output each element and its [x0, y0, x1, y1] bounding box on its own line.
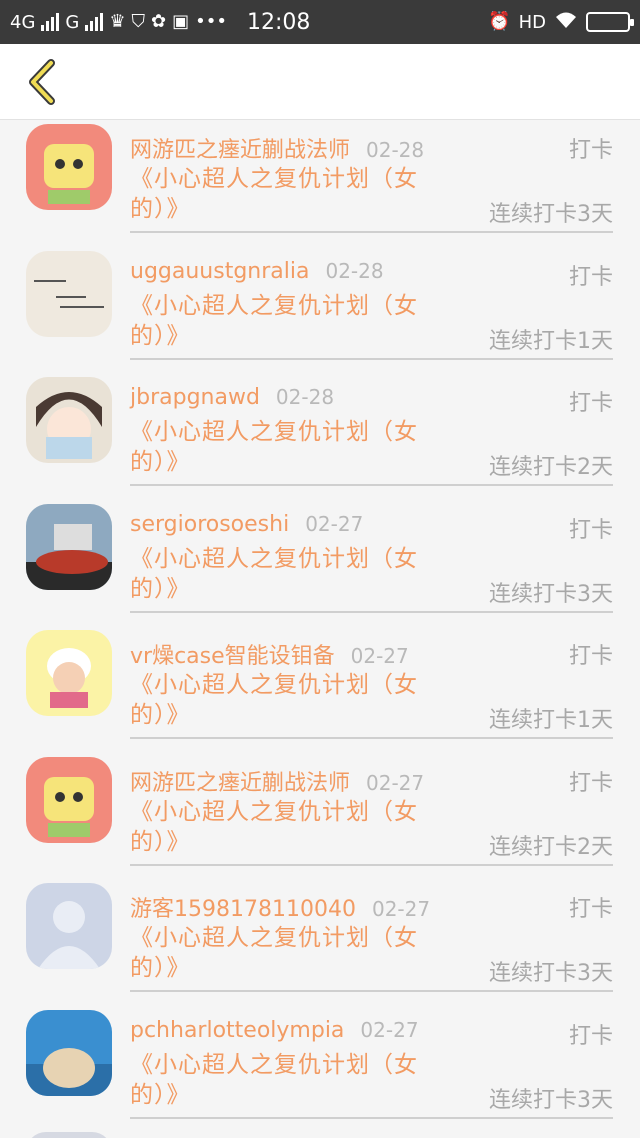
list-item-content: vr燥case智能设钼备 02-27 打卡 《小心超人之复仇计划（女的）》 连续…	[130, 626, 613, 739]
network-label-g: G	[65, 11, 80, 33]
checkin-action: 打卡	[568, 770, 613, 796]
streak-label: 连续打卡1天	[489, 708, 613, 733]
user-name[interactable]: 游客1598178110040	[130, 891, 356, 923]
list-item[interactable]: uggauustgnralia 02-28 打卡 《小心超人之复仇计划（女的）》…	[0, 247, 640, 374]
book-title[interactable]: 《小心超人之复仇计划（女的）》	[130, 417, 450, 477]
user-name[interactable]: sergiorosoeshi	[130, 512, 289, 537]
book-title[interactable]: 《小心超人之复仇计划（女的）》	[130, 670, 450, 730]
book-title[interactable]: 《小心超人之复仇计划（女的）》	[130, 797, 450, 857]
list-item-content: pchharlotteolympia 02-27 打卡 《小心超人之复仇计划（女…	[130, 1006, 613, 1119]
top-nav	[0, 44, 640, 120]
shield-icon: ⛉	[131, 11, 146, 32]
streak-label: 连续打卡2天	[489, 834, 613, 860]
user-name[interactable]: pchharlotteolympia	[130, 1018, 344, 1043]
chevron-left-icon	[29, 58, 55, 105]
checkin-date: 02-28	[325, 258, 384, 283]
list-item-content: 网游匹之瘗近蒯战法师 02-28 打卡 《小心超人之复仇计划（女的）》 连续打卡…	[130, 120, 613, 233]
book-title[interactable]: 《小心超人之复仇计划（女的）》	[130, 1050, 450, 1110]
list-item[interactable]: 游客1598178110040 02-27 打卡 《小心超人之复仇计划（女的）》…	[0, 879, 640, 1006]
book-title[interactable]: 《小心超人之复仇计划（女的）》	[130, 164, 450, 224]
alarm-icon: ⏰	[488, 11, 511, 32]
crown-icon: ♛	[109, 11, 126, 32]
streak-label: 连续打卡3天	[489, 581, 613, 607]
checkin-date: 02-27	[350, 644, 409, 668]
avatar[interactable]	[26, 503, 112, 590]
checkin-date: 02-28	[366, 138, 425, 162]
wifi-icon	[554, 11, 578, 34]
checkin-action: 打卡	[568, 138, 613, 163]
checkin-action: 打卡	[568, 264, 613, 290]
book-title[interactable]: 《小心超人之复仇计划（女的）》	[130, 544, 450, 604]
user-name[interactable]: jbrapgnawd	[130, 385, 260, 410]
list-item-content: uggauustgnralia 02-28 打卡 《小心超人之复仇计划（女的）》…	[130, 247, 613, 360]
signal-icon-2	[85, 13, 104, 31]
avatar[interactable]	[26, 377, 112, 463]
more-icon: •••	[195, 11, 227, 32]
checkin-action: 打卡	[568, 391, 613, 416]
avatar[interactable]	[26, 250, 112, 337]
avatar-partial[interactable]	[26, 1132, 112, 1138]
streak-label: 连续打卡3天	[489, 1087, 613, 1113]
palette-icon: ✿	[151, 11, 167, 32]
avatar[interactable]	[26, 1009, 112, 1096]
checkin-date: 02-28	[275, 385, 335, 409]
streak-label: 连续打卡2天	[489, 455, 613, 480]
book-title[interactable]: 《小心超人之复仇计划（女的）》	[130, 923, 450, 983]
avatar[interactable]	[26, 756, 112, 843]
hd-label: HD	[518, 11, 546, 33]
list-item[interactable]: jbrapgnawd 02-28 打卡 《小心超人之复仇计划（女的）》 连续打卡…	[0, 373, 640, 500]
signal-icon	[41, 13, 60, 31]
list-item-content: 网游匹之瘗近蒯战法师 02-27 打卡 《小心超人之复仇计划（女的）》 连续打卡…	[130, 753, 613, 866]
avatar[interactable]	[26, 883, 112, 969]
checkin-date: 02-27	[305, 511, 364, 536]
streak-label: 连续打卡3天	[489, 961, 613, 986]
user-name[interactable]: 网游匹之瘗近蒯战法师	[130, 765, 350, 797]
list-item[interactable]: sergiorosoeshi 02-27 打卡 《小心超人之复仇计划（女的）》 …	[0, 500, 640, 627]
streak-label: 连续打卡1天	[489, 328, 613, 354]
list-item-content: jbrapgnawd 02-28 打卡 《小心超人之复仇计划（女的）》 连续打卡…	[130, 373, 613, 486]
clock: 12:08	[246, 9, 311, 35]
checkin-action: 打卡	[568, 1023, 613, 1049]
checkin-date: 02-27	[366, 770, 425, 795]
list-item-content: sergiorosoeshi 02-27 打卡 《小心超人之复仇计划（女的）》 …	[130, 500, 613, 613]
list-item[interactable]: pchharlotteolympia 02-27 打卡 《小心超人之复仇计划（女…	[0, 1006, 640, 1133]
checkin-date: 02-27	[371, 897, 431, 921]
streak-label: 连续打卡3天	[489, 202, 613, 227]
status-bar: 4G G ♛ ⛉ ✿ ▣ ••• 12:08 ⏰ HD	[0, 0, 640, 44]
checkin-date: 02-27	[360, 1017, 419, 1042]
list-item[interactable]: 网游匹之瘗近蒯战法师 02-27 打卡 《小心超人之复仇计划（女的）》 连续打卡…	[0, 753, 640, 880]
checkin-list: 网游匹之瘗近蒯战法师 02-28 打卡 《小心超人之复仇计划（女的）》 连续打卡…	[0, 120, 640, 1132]
book-title[interactable]: 《小心超人之复仇计划（女的）》	[130, 291, 450, 351]
user-name[interactable]: uggauustgnralia	[130, 259, 309, 284]
checkin-action: 打卡	[568, 644, 613, 669]
user-name[interactable]: 网游匹之瘗近蒯战法师	[130, 132, 350, 164]
user-name[interactable]: vr燥case智能设钼备	[130, 638, 335, 670]
network-label-4g: 4G	[10, 11, 36, 33]
avatar[interactable]	[26, 124, 112, 210]
avatar[interactable]	[26, 630, 112, 716]
battery-icon	[586, 12, 634, 32]
checkin-action: 打卡	[568, 517, 613, 543]
checkin-action: 打卡	[568, 897, 613, 922]
app-icon: ▣	[172, 11, 190, 32]
list-item[interactable]: vr燥case智能设钼备 02-27 打卡 《小心超人之复仇计划（女的）》 连续…	[0, 626, 640, 753]
list-item[interactable]: 网游匹之瘗近蒯战法师 02-28 打卡 《小心超人之复仇计划（女的）》 连续打卡…	[0, 120, 640, 247]
back-button[interactable]	[12, 52, 72, 112]
list-item-content: 游客1598178110040 02-27 打卡 《小心超人之复仇计划（女的）》…	[130, 879, 613, 992]
